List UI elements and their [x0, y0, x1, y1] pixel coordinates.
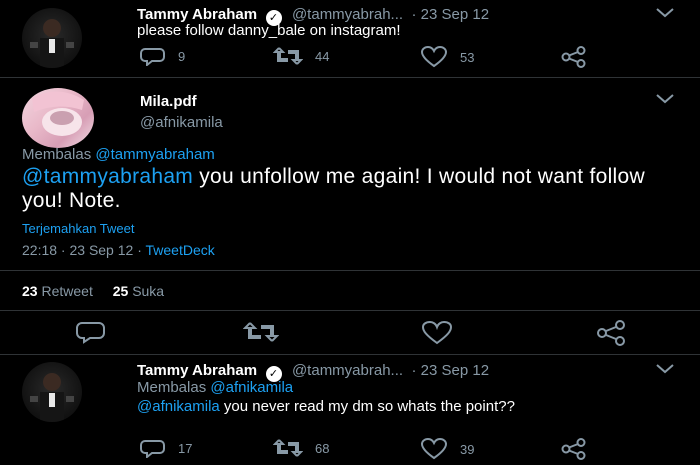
reply-context: Membalas @tammyabraham: [22, 146, 215, 163]
tweet-date[interactable]: · 23 Sep 12: [412, 362, 490, 379]
author-handle[interactable]: @tammyabrah...: [292, 362, 403, 379]
author-handle[interactable]: @tammyabrah...: [292, 6, 403, 23]
like-button[interactable]: [421, 321, 453, 345]
mention-link[interactable]: @afnikamila: [137, 398, 220, 415]
tweet-date[interactable]: · 23 Sep 12: [412, 6, 490, 23]
reply-icon: [76, 322, 105, 344]
author-name[interactable]: Mila.pdf: [140, 93, 197, 110]
tweet-text: @afnikamila you never read my dm so what…: [137, 398, 637, 416]
reply-icon: [140, 48, 165, 66]
tweet-text: please follow danny_bale on instagram!: [137, 22, 401, 39]
author-name[interactable]: Tammy Abraham: [137, 6, 257, 23]
source-link[interactable]: TweetDeck: [146, 242, 215, 258]
like-total[interactable]: 25: [113, 283, 129, 299]
divider: [0, 310, 700, 311]
retweet-icon: [243, 322, 279, 342]
tweet-time: 22:18 · 23 Sep 12 ·: [22, 242, 146, 258]
reply-count: 17: [178, 440, 193, 456]
reply-prefix: Membalas: [22, 146, 92, 163]
retweet-button[interactable]: 44: [273, 46, 329, 66]
chevron-down-icon[interactable]: [654, 6, 676, 20]
share-button[interactable]: [560, 46, 588, 68]
translate-link[interactable]: Terjemahkan Tweet: [22, 221, 135, 236]
like-button[interactable]: 39: [420, 438, 474, 460]
retweet-label[interactable]: Retweet: [41, 283, 92, 299]
reply-to-link[interactable]: @tammyabraham: [95, 146, 214, 163]
avatar-mila[interactable]: [22, 88, 94, 148]
reply-context: Membalas @afnikamila: [137, 379, 293, 396]
retweet-count: 44: [315, 48, 330, 64]
like-icon: [420, 46, 448, 68]
like-label[interactable]: Suka: [132, 283, 164, 299]
author-handle[interactable]: @afnikamila: [140, 114, 223, 131]
share-icon: [597, 320, 625, 346]
reply-to-link[interactable]: @afnikamila: [210, 379, 293, 396]
reply-button[interactable]: 9: [140, 46, 185, 66]
reply-icon: [140, 440, 165, 458]
share-button[interactable]: [560, 438, 588, 460]
mention-link[interactable]: @tammyabraham: [22, 165, 193, 188]
like-count: 53: [460, 49, 475, 65]
like-icon: [420, 438, 448, 460]
retweet-icon: [273, 439, 303, 457]
retweet-icon: [273, 47, 303, 65]
tweet-body: you never read my dm so whats the point?…: [219, 398, 515, 415]
tweet-timestamp: 22:18 · 23 Sep 12 · TweetDeck: [22, 242, 215, 258]
retweet-total[interactable]: 23: [22, 283, 38, 299]
like-count: 39: [460, 441, 475, 457]
avatar-tammy[interactable]: [22, 362, 82, 422]
divider: [0, 354, 700, 355]
chevron-down-icon[interactable]: [654, 362, 676, 376]
reply-count: 9: [178, 48, 186, 64]
chevron-down-icon[interactable]: [654, 92, 676, 106]
reply-prefix: Membalas: [137, 379, 207, 396]
share-icon: [561, 438, 586, 460]
retweet-button[interactable]: 68: [273, 438, 329, 458]
share-button[interactable]: [595, 320, 627, 346]
like-button[interactable]: 53: [420, 46, 474, 68]
like-icon: [421, 321, 453, 345]
reply-button[interactable]: 17: [140, 438, 192, 458]
divider: [0, 270, 700, 271]
share-icon: [561, 46, 586, 68]
retweet-button[interactable]: [243, 321, 279, 343]
main-tweet-text: @tammyabraham you unfollow me again! I w…: [22, 165, 682, 213]
avatar-tammy[interactable]: [22, 8, 82, 68]
divider: [0, 77, 700, 78]
retweet-count: 68: [315, 440, 330, 456]
engagement-stats: 23 Retweet 25 Suka: [22, 283, 164, 299]
reply-button[interactable]: [76, 320, 106, 344]
author-name[interactable]: Tammy Abraham: [137, 362, 257, 379]
